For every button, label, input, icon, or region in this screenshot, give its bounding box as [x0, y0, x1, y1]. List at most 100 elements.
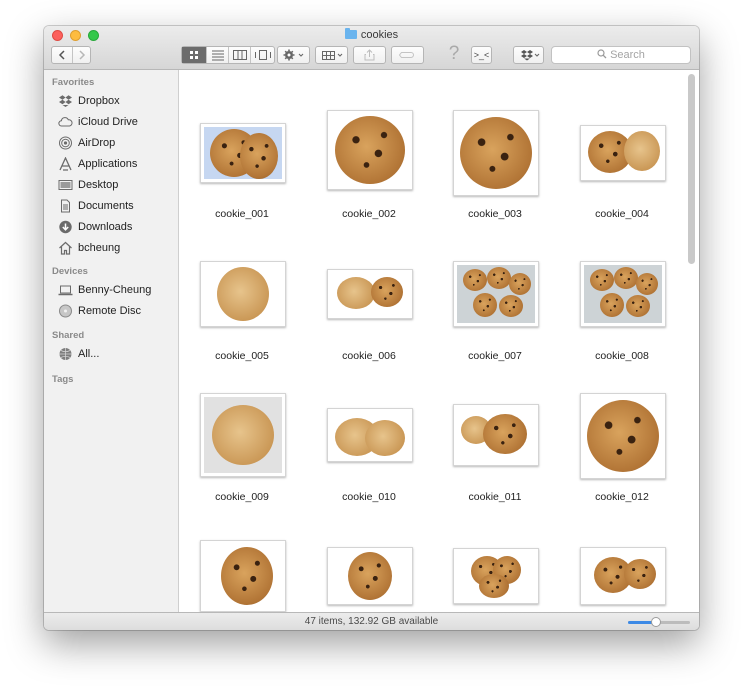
dropbox-menu-button[interactable]	[513, 46, 544, 64]
window-title: cookies	[44, 28, 699, 43]
sidebar-item-benny-cheung[interactable]: Benny-Cheung	[58, 281, 176, 299]
file-item[interactable]: cookie_004	[559, 70, 685, 220]
slider-knob[interactable]	[650, 617, 661, 627]
sidebar-item-label: iCloud Drive	[78, 116, 138, 128]
gear-icon	[283, 49, 304, 61]
cover-flow-button[interactable]	[250, 47, 274, 63]
sidebar-item-label: Remote Disc	[78, 305, 141, 317]
file-item[interactable]: cookie_007	[432, 212, 558, 362]
cookie-image	[337, 277, 375, 309]
file-item[interactable]: cookie_008	[559, 212, 685, 362]
file-grid[interactable]: cookie_001 cookie_002 cookie_003 cookie_…	[179, 70, 699, 612]
tag-button[interactable]	[391, 46, 424, 64]
sidebar-item-downloads[interactable]: Downloads	[58, 218, 176, 236]
thumbnail-image	[331, 273, 409, 315]
sidebar-item-desktop[interactable]: Desktop	[58, 176, 176, 194]
search-icon	[597, 49, 607, 59]
file-thumbnail	[327, 408, 413, 462]
cookie-image	[473, 293, 497, 317]
thumbnail-image	[584, 551, 662, 601]
help-button[interactable]: ?	[446, 43, 462, 65]
share-button[interactable]	[353, 46, 386, 64]
file-item[interactable]: cookie_001	[179, 70, 305, 220]
thumbnail-image	[348, 552, 392, 600]
thumbnail-image	[204, 397, 282, 473]
cookie-image	[590, 269, 614, 291]
cookie-image	[499, 295, 523, 317]
file-thumbnail	[200, 123, 286, 183]
cover-flow-icon	[255, 50, 271, 60]
cookie-image	[371, 277, 403, 307]
file-item[interactable]: cookie_016	[559, 495, 685, 612]
file-item[interactable]: cookie_013	[179, 495, 305, 612]
file-item[interactable]: cookie_009	[179, 353, 305, 503]
vertical-scrollbar[interactable]	[688, 74, 695, 264]
thumbnail-image	[204, 127, 282, 179]
column-view-icon	[233, 50, 247, 60]
file-item[interactable]: cookie_014	[306, 495, 432, 612]
cookie-image	[509, 273, 531, 295]
grid-view-icon	[190, 51, 198, 59]
list-view-button[interactable]	[206, 47, 228, 63]
file-item[interactable]: cookie_005	[179, 212, 305, 362]
file-thumbnail	[580, 547, 666, 605]
arrange-button[interactable]	[315, 46, 348, 64]
file-thumbnail	[580, 125, 666, 181]
view-mode-control	[181, 46, 275, 64]
file-item[interactable]: cookie_011	[432, 353, 558, 503]
column-view-button[interactable]	[228, 47, 250, 63]
icon-view-button[interactable]	[182, 47, 206, 63]
file-item[interactable]: cookie_003	[432, 70, 558, 220]
sidebar-item-label: All...	[78, 348, 100, 360]
sidebar-item-label: Applications	[78, 158, 138, 170]
thumbnail-image	[335, 116, 405, 184]
file-item[interactable]: cookie_006	[306, 212, 432, 362]
cookie-image	[600, 293, 624, 317]
file-thumbnail	[580, 261, 666, 327]
icon-size-slider[interactable]	[628, 617, 690, 627]
cloud-icon	[58, 117, 73, 127]
sidebar-item-airdrop[interactable]: AirDrop	[58, 134, 176, 152]
search-field[interactable]: Search	[551, 46, 691, 64]
sidebar-item-applications[interactable]: Applications	[58, 155, 176, 173]
sidebar-item-label: AirDrop	[78, 137, 116, 149]
cookie-image	[483, 414, 527, 454]
forward-button[interactable]	[72, 47, 90, 63]
file-item[interactable]: cookie_002	[306, 70, 432, 220]
sidebar-item-dropbox[interactable]: Dropbox	[58, 92, 176, 110]
sidebar-item-label: Dropbox	[78, 95, 120, 107]
sidebar-item-all-shared[interactable]: All...	[58, 345, 176, 363]
sidebar-item-documents[interactable]: Documents	[58, 197, 176, 215]
action-menu-button[interactable]	[277, 46, 310, 64]
favorites-header: Favorites	[52, 77, 95, 88]
thumbnail-image	[221, 547, 273, 605]
file-thumbnail	[453, 110, 539, 196]
sidebar-item-label: Desktop	[78, 179, 119, 191]
applications-icon	[59, 157, 72, 171]
cookie-image	[365, 420, 405, 456]
network-globe-icon	[59, 348, 72, 360]
sidebar-item-remote-disc[interactable]: Remote Disc	[58, 302, 176, 320]
tag-icon	[398, 52, 414, 58]
sidebar-item-bcheung[interactable]: bcheung	[58, 239, 176, 257]
file-item[interactable]: cookie_012	[559, 353, 685, 503]
file-thumbnail	[453, 261, 539, 327]
downloads-icon	[59, 220, 72, 234]
cookie-image	[463, 269, 487, 291]
file-thumbnail	[200, 540, 286, 612]
airdrop-icon	[59, 136, 72, 150]
chevron-right-icon	[79, 50, 86, 60]
back-button[interactable]	[52, 47, 72, 63]
title-bar[interactable]: cookies ? >_< Search	[44, 26, 699, 70]
home-icon	[59, 241, 72, 255]
terminal-button[interactable]: >_<	[471, 46, 492, 64]
sidebar-item-icloud-drive[interactable]: iCloud Drive	[58, 113, 176, 131]
devices-header: Devices	[52, 266, 88, 277]
desktop-icon	[58, 180, 73, 190]
file-item[interactable]: cookie_015	[432, 495, 558, 612]
file-item[interactable]: cookie_010	[306, 353, 432, 503]
file-thumbnail	[453, 548, 539, 604]
finder-window: cookies ? >_< Search Favorites Dropbox i…	[44, 26, 699, 630]
cookie-image	[636, 273, 658, 295]
sidebar-item-label: Benny-Cheung	[78, 284, 152, 296]
